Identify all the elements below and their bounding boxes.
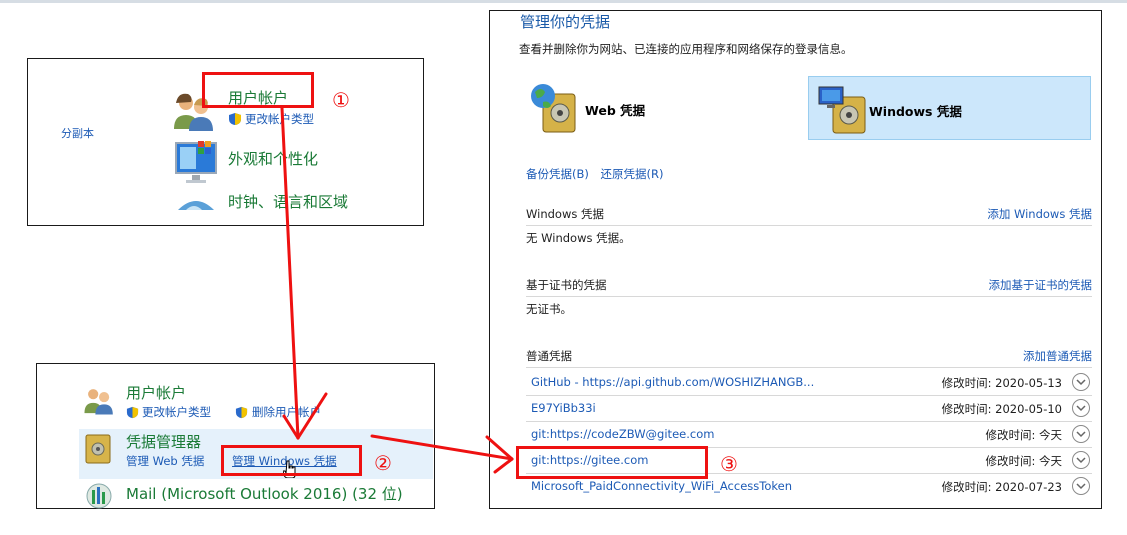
arrow-head-lower: [493, 457, 514, 474]
arrow-head-right: [296, 392, 328, 440]
arrow-1-to-2: [280, 106, 300, 440]
annotation-arrows: [280, 106, 514, 474]
